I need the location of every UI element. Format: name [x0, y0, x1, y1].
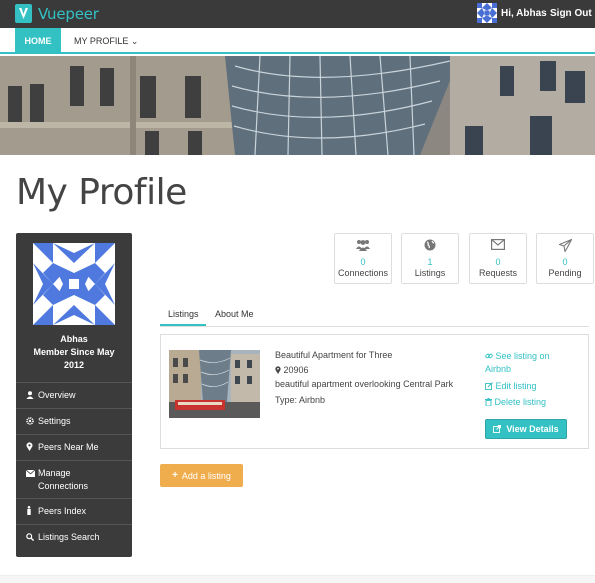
sidebar-user-info: Abhas Member Since May 2012: [16, 333, 132, 372]
sidebar-item-overview[interactable]: Overview: [16, 382, 132, 408]
hero-banner: [0, 56, 595, 155]
main-nav: HOME MY PROFILE ⌄: [0, 28, 595, 54]
person-icon: [26, 505, 38, 519]
map-marker-icon: [26, 441, 38, 455]
view-details-button[interactable]: View Details: [485, 419, 567, 439]
map-marker-icon: [275, 366, 281, 374]
page-title: My Profile: [16, 172, 187, 213]
sidebar-item-label: Peers Near Me: [38, 442, 99, 452]
stat-pending[interactable]: 0 Pending: [536, 233, 594, 284]
tab-about-me[interactable]: About Me: [215, 309, 254, 319]
top-bar: Vuepeer Hi, Abhas Sign Out: [0, 0, 595, 28]
listing-zip: 20906: [275, 365, 309, 375]
stat-requests[interactable]: 0 Requests: [469, 233, 527, 284]
stat-label: Listings: [414, 268, 446, 278]
brand-name[interactable]: Vuepeer: [38, 5, 99, 23]
user-icon: [26, 389, 38, 403]
sidebar-user-name: Abhas: [60, 334, 88, 344]
edit-listing-label: Edit listing: [495, 381, 537, 391]
footer-divider: [0, 575, 595, 583]
listing-description: beautiful apartment overlooking Central …: [275, 379, 454, 389]
logo-icon[interactable]: [15, 4, 32, 23]
sidebar-item-label: Settings: [38, 416, 71, 426]
profile-avatar: [33, 243, 115, 325]
stat-listings[interactable]: 1 Listings: [401, 233, 459, 284]
delete-listing-link[interactable]: Delete listing: [485, 396, 546, 409]
sign-out-link[interactable]: Sign Out: [550, 8, 592, 19]
sidebar-item-label: Manage Connections: [38, 468, 89, 491]
listing-title[interactable]: Beautiful Apartment for Three: [275, 350, 392, 360]
see-listing-link[interactable]: See listing on Airbnb: [485, 350, 565, 376]
stat-count: 0: [562, 257, 568, 267]
sidebar-menu: Overview Settings Peers Near Me Manage C…: [16, 382, 132, 550]
sidebar-item-label: Listings Search: [38, 532, 100, 542]
listing-type: Type: Airbnb: [275, 395, 326, 405]
external-link-icon: [493, 425, 502, 433]
users-icon: [335, 239, 391, 257]
sidebar-member-since: Member Since May 2012: [33, 347, 115, 370]
view-details-label: View Details: [506, 424, 559, 434]
listing-thumbnail[interactable]: [169, 350, 260, 418]
link-icon: [485, 353, 493, 359]
user-avatar[interactable]: [477, 3, 497, 23]
see-listing-label: See listing on Airbnb: [485, 351, 550, 374]
envelope-icon: [25, 467, 38, 481]
stat-count: 1: [427, 257, 433, 267]
gear-icon: [26, 415, 38, 429]
search-icon: [26, 531, 38, 545]
sidebar-item-peers-near-me[interactable]: Peers Near Me: [16, 434, 132, 460]
sidebar-item-settings[interactable]: Settings: [16, 408, 132, 434]
tab-listings[interactable]: Listings: [168, 309, 199, 319]
profile-tabs: Listings About Me: [160, 305, 589, 327]
profile-sidebar: Abhas Member Since May 2012 Overview Set…: [16, 233, 132, 557]
envelope-icon: [470, 239, 526, 257]
paper-plane-icon: [537, 239, 593, 257]
trash-icon: [485, 398, 492, 407]
add-listing-label: Add a listing: [181, 470, 231, 481]
globe-icon: [402, 239, 458, 257]
sidebar-item-label: Overview: [38, 390, 76, 400]
edit-icon: [485, 382, 493, 390]
add-listing-button[interactable]: + Add a listing: [160, 464, 243, 487]
listing-card: Beautiful Apartment for Three 20906 beau…: [160, 334, 589, 449]
stat-count: 0: [495, 257, 501, 267]
listing-zip-value: 20906: [283, 365, 309, 375]
sidebar-item-listings-search[interactable]: Listings Search: [16, 524, 132, 550]
stat-label: Pending: [548, 268, 582, 278]
delete-listing-label: Delete listing: [494, 397, 547, 407]
stat-label: Connections: [337, 268, 389, 278]
nav-my-profile[interactable]: MY PROFILE ⌄: [74, 36, 138, 47]
plus-icon: +: [172, 470, 178, 481]
sidebar-item-manage-connections[interactable]: Manage Connections: [16, 460, 132, 498]
stat-count: 0: [360, 257, 366, 267]
user-greeting[interactable]: Hi, Abhas: [501, 8, 547, 19]
stat-connections[interactable]: 0 Connections: [334, 233, 392, 284]
active-tab-indicator: [160, 324, 206, 326]
nav-home[interactable]: HOME: [15, 28, 61, 54]
stat-label: Requests: [478, 268, 518, 278]
sidebar-item-label: Peers Index: [38, 506, 87, 516]
edit-listing-link[interactable]: Edit listing: [485, 380, 537, 393]
sidebar-item-peers-index[interactable]: Peers Index: [16, 498, 132, 524]
